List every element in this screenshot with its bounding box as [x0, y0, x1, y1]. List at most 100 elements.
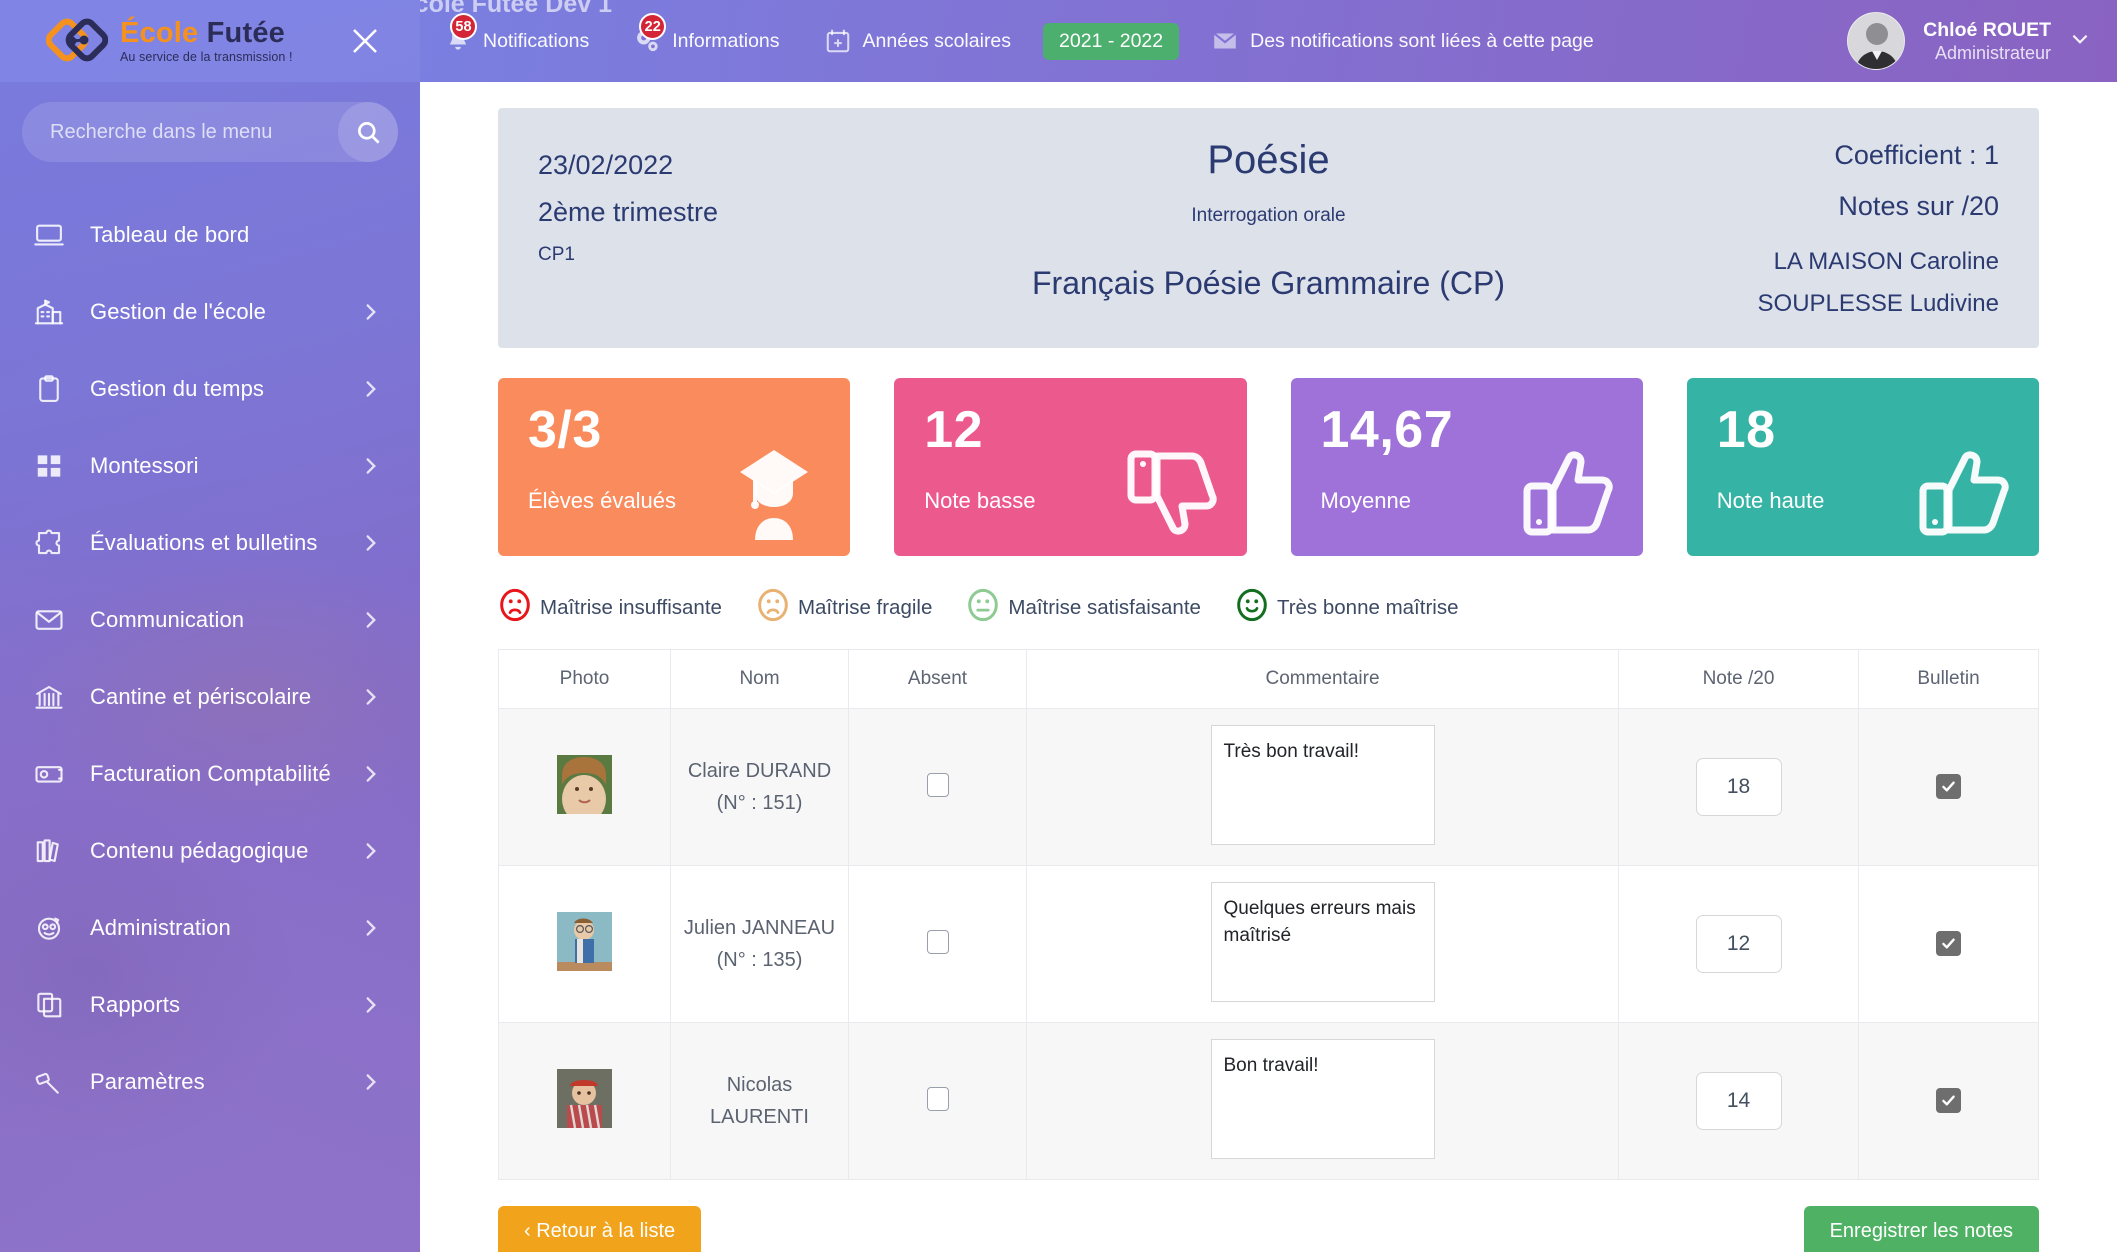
comment-textarea[interactable]: Bon travail!	[1211, 1039, 1435, 1159]
sidebar-item-param-tres[interactable]: Paramètres	[0, 1043, 420, 1120]
sidebar-item-rapports[interactable]: Rapports	[0, 966, 420, 1043]
note-input[interactable]: 12	[1696, 915, 1782, 973]
evaluation-meta-center: Poésie Interrogation orale Français Poés…	[918, 134, 1619, 302]
chevron-right-icon[interactable]	[360, 455, 382, 477]
cell-note: 12	[1619, 866, 1859, 1023]
calendar-plus-icon	[824, 27, 852, 55]
column-header: Nom	[671, 650, 849, 709]
sidebar-item-label: Paramètres	[90, 1069, 205, 1095]
absent-checkbox[interactable]	[927, 930, 949, 954]
sidebar-item-cantine-et-p-riscolaire[interactable]: Cantine et périscolaire	[0, 658, 420, 735]
sidebar-menu: Tableau de bordGestion de l'écoleGestion…	[0, 196, 420, 1120]
cell-note: 14	[1619, 1023, 1859, 1180]
logo-word-ecole: École	[120, 17, 198, 49]
notifications-label: Notifications	[483, 30, 589, 53]
sidebar-item-valuations-et-bulletins[interactable]: Évaluations et bulletins	[0, 504, 420, 581]
evaluation-term: 2ème trimestre	[538, 197, 918, 228]
grid-icon	[26, 451, 72, 481]
legend-label: Maîtrise fragile	[798, 596, 932, 620]
chevron-right-icon[interactable]	[360, 301, 382, 323]
cell-comment: Très bon travail!	[1027, 709, 1619, 866]
student-photo	[557, 755, 612, 814]
topbar-user-group[interactable]: Chloé ROUET Administrateur	[1847, 12, 2117, 70]
dashboard-icon	[26, 220, 72, 250]
search-input[interactable]	[22, 121, 338, 144]
chevron-right-icon[interactable]	[360, 840, 382, 862]
bulletin-checkbox[interactable]	[1936, 931, 1961, 956]
student-name: Nicolas LAURENTI	[679, 1069, 840, 1133]
comment-textarea[interactable]: Très bon travail!	[1211, 725, 1435, 845]
sidebar-item-communication[interactable]: Communication	[0, 581, 420, 658]
logo-tagline: Au service de la transmission !	[120, 51, 293, 64]
note-input[interactable]: 18	[1696, 758, 1782, 816]
cell-absent	[849, 1023, 1027, 1180]
sidebar-item-administration[interactable]: Administration	[0, 889, 420, 966]
school-years-label: Années scolaires	[863, 30, 1012, 53]
mastery-face-sad-icon	[498, 588, 532, 627]
bulletin-checkbox[interactable]	[1936, 774, 1961, 799]
school-year-badge[interactable]: 2021 - 2022	[1043, 23, 1179, 60]
sidebar-item-montessori[interactable]: Montessori	[0, 427, 420, 504]
sidebar-item-facturation-comptabilit[interactable]: Facturation Comptabilité	[0, 735, 420, 812]
chevron-right-icon[interactable]	[360, 378, 382, 400]
legend-label: Très bonne maîtrise	[1277, 596, 1459, 620]
student-name: Claire DURAND	[679, 755, 840, 787]
user-block: Chloé ROUET Administrateur	[1923, 18, 2051, 65]
sidebar-item-label: Montessori	[90, 453, 199, 479]
thumbs-up-icon	[1517, 442, 1617, 542]
note-input[interactable]: 14	[1696, 1072, 1782, 1130]
menu-search-box[interactable]	[22, 102, 398, 162]
save-notes-button[interactable]: Enregistrer les notes	[1804, 1206, 2039, 1252]
bulletin-checkbox[interactable]	[1936, 1088, 1961, 1113]
absent-checkbox[interactable]	[927, 773, 949, 797]
sidebar-item-tableau-de-bord[interactable]: Tableau de bord	[0, 196, 420, 273]
chevron-right-icon[interactable]	[360, 532, 382, 554]
evaluation-meta-left: 23/02/2022 2ème trimestre CP1	[538, 134, 918, 266]
column-header: Absent	[849, 650, 1027, 709]
envelope-icon	[26, 605, 72, 635]
chevron-right-icon[interactable]	[360, 994, 382, 1016]
page-title: Poésie	[918, 138, 1619, 183]
chevron-right-icon[interactable]	[360, 686, 382, 708]
chevron-right-icon[interactable]	[360, 609, 382, 631]
app-title: École Futée Dev 1	[420, 0, 612, 14]
grades-table-head: PhotoNomAbsentCommentaireNote /20Bulleti…	[499, 650, 2039, 709]
documents-icon	[26, 990, 72, 1020]
student-photo	[557, 1069, 612, 1128]
evaluation-teacher-1: LA MAISON Caroline	[1619, 248, 1999, 276]
graduate-icon	[724, 442, 824, 542]
sidebar-item-contenu-p-dagogique[interactable]: Contenu pédagogique	[0, 812, 420, 889]
clipboard-icon	[26, 374, 72, 404]
chevron-right-icon[interactable]	[360, 1071, 382, 1093]
stat-card-note-haute: 18Note haute	[1687, 378, 2039, 556]
mastery-legend: Maîtrise insuffisante Maîtrise fragile M…	[498, 588, 2039, 627]
mastery-face-neutral-icon	[966, 588, 1000, 627]
evaluation-header-card: 23/02/2022 2ème trimestre CP1 Poésie Int…	[498, 108, 2039, 348]
close-icon[interactable]	[346, 22, 384, 60]
back-to-list-button[interactable]: ‹ Retour à la liste	[498, 1206, 701, 1252]
logo-word-futee: Futée	[207, 17, 285, 49]
puzzle-icon	[26, 528, 72, 558]
comment-textarea[interactable]: Quelques erreurs mais maîtrisé	[1211, 882, 1435, 1002]
chevron-right-icon[interactable]	[360, 917, 382, 939]
sidebar-logo-bar: École Futée Au service de la transmissio…	[0, 0, 420, 82]
column-header: Bulletin	[1859, 650, 2039, 709]
cell-photo	[499, 866, 671, 1023]
envelope-icon	[1211, 27, 1239, 55]
evaluation-meta-right: Coefficient : 1 Notes sur /20 LA MAISON …	[1619, 134, 1999, 318]
notifications-badge: 58	[450, 13, 477, 40]
page-notice-label: Des notifications sont liées à cette pag…	[1250, 30, 1594, 53]
sidebar-item-gestion-de-l-cole[interactable]: Gestion de l'école	[0, 273, 420, 350]
chevron-down-icon[interactable]	[2069, 28, 2091, 55]
evaluation-coefficient: Coefficient : 1	[1619, 140, 1999, 171]
informations-label: Informations	[672, 30, 779, 53]
cell-comment: Quelques erreurs mais maîtrisé	[1027, 866, 1619, 1023]
user-role: Administrateur	[1923, 42, 2051, 65]
school-icon	[26, 297, 72, 327]
absent-checkbox[interactable]	[927, 1087, 949, 1111]
search-icon[interactable]	[338, 102, 398, 162]
stat-card-l-ves-valu-s: 3/3Élèves évalués	[498, 378, 850, 556]
sidebar-item-gestion-du-temps[interactable]: Gestion du temps	[0, 350, 420, 427]
sidebar-item-label: Rapports	[90, 992, 180, 1018]
chevron-right-icon[interactable]	[360, 763, 382, 785]
